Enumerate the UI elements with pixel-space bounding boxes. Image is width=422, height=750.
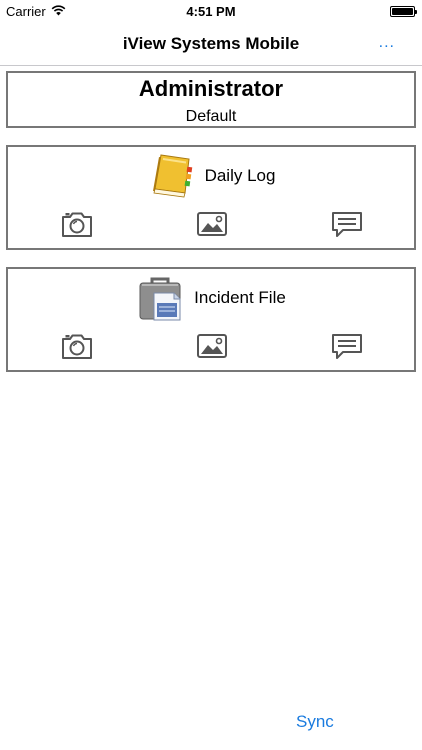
daily-log-book-icon: [147, 153, 195, 199]
daily-log-card: Daily Log: [6, 145, 416, 250]
incident-file-label: Incident File: [194, 288, 286, 307]
photo-icon: [197, 212, 227, 236]
incident-file-comment-button[interactable]: [330, 331, 364, 361]
more-button[interactable]: ...: [379, 34, 395, 52]
user-name: Administrator: [138, 76, 284, 101]
navigation-bar: iView Systems Mobile ...: [0, 22, 422, 66]
incident-file-card: Incident File: [6, 267, 416, 372]
photo-icon: [197, 334, 227, 358]
battery-icon: [390, 6, 417, 17]
status-bar: Carrier 4:51 PM: [0, 0, 422, 22]
incident-file-header[interactable]: Incident File: [8, 275, 414, 321]
status-time: 4:51 PM: [186, 4, 236, 19]
incident-file-camera-button[interactable]: [60, 331, 94, 361]
daily-log-label: Daily Log: [204, 166, 276, 185]
page-title: iView Systems Mobile: [122, 34, 300, 53]
camera-icon: [62, 334, 92, 359]
comment-icon: [332, 334, 362, 359]
battery-fill: [392, 8, 413, 15]
user-card: Administrator Default: [6, 71, 416, 128]
daily-log-comment-button[interactable]: [330, 209, 364, 239]
daily-log-header[interactable]: Daily Log: [8, 153, 414, 199]
incident-file-photo-button[interactable]: [195, 331, 229, 361]
comment-icon: [332, 212, 362, 237]
daily-log-camera-button[interactable]: [60, 209, 94, 239]
daily-log-photo-button[interactable]: [195, 209, 229, 239]
incident-file-briefcase-icon: [136, 275, 184, 321]
sync-button[interactable]: Sync: [296, 712, 334, 732]
camera-icon: [62, 212, 92, 237]
user-profile: Default: [185, 108, 237, 125]
